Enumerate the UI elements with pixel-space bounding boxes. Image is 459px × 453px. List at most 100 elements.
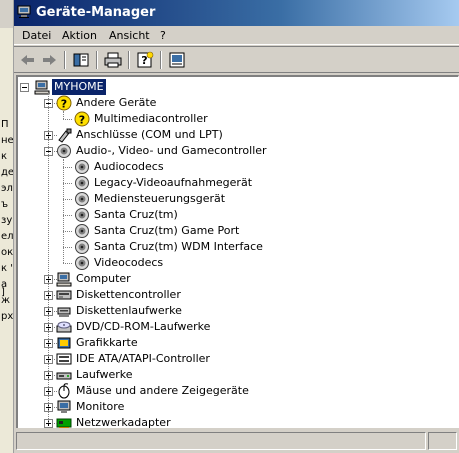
svg-text:?: ? — [61, 98, 67, 111]
toolbar: ? — [14, 46, 459, 73]
computer-icon — [56, 272, 72, 287]
background-window-toolbar — [0, 0, 13, 28]
tree-device[interactable]: Mediensteuerungsgerät — [18, 191, 458, 207]
tree-category-label[interactable]: Grafikkarte — [74, 335, 140, 351]
tree-category-label[interactable]: IDE ATA/ATAPI-Controller — [74, 351, 212, 367]
tree-category-label[interactable]: Monitore — [74, 399, 126, 415]
tree-device[interactable]: Legacy-Videoaufnahmegerät — [18, 175, 458, 191]
unknown-device-icon: ? — [74, 111, 90, 127]
forward-icon[interactable] — [38, 50, 60, 70]
tree-category-label[interactable]: Laufwerke — [74, 367, 135, 383]
tree-category[interactable]: Anschlüsse (COM und LPT) — [18, 127, 458, 143]
monitor-icon — [57, 400, 71, 413]
tree-connector — [54, 135, 57, 136]
tree-category-label[interactable]: Anschlüsse (COM und LPT) — [74, 127, 225, 143]
tree-device-label[interactable]: Legacy-Videoaufnahmegerät — [92, 175, 254, 191]
tree-category-label[interactable]: Diskettencontroller — [74, 287, 183, 303]
background-text: П — [1, 119, 9, 130]
menu-datei[interactable]: Datei — [16, 26, 57, 45]
tree-category[interactable]: Mäuse und andere Zeigegeräte — [18, 383, 458, 399]
tree-device-label[interactable]: Videocodecs — [92, 255, 165, 271]
tree-connector — [63, 111, 64, 119]
device-manager-window: Geräte-Manager Datei Aktion Ansicht ? ? … — [14, 0, 459, 453]
help-icon[interactable]: ? — [134, 50, 156, 70]
background-text: зу — [1, 215, 13, 226]
menu-help[interactable]: ? — [154, 26, 172, 45]
tree-category[interactable]: Grafikkarte — [18, 335, 458, 351]
cdrom-icon — [56, 321, 72, 333]
background-text: ел — [1, 231, 14, 242]
tree-device[interactable]: Audiocodecs — [18, 159, 458, 175]
speaker-icon — [75, 240, 89, 254]
tree-device[interactable]: Santa Cruz(tm) WDM Interface — [18, 239, 458, 255]
controller-icon — [56, 290, 72, 300]
tree-root-label[interactable]: MYHOME — [52, 79, 106, 95]
collapse-toggle[interactable] — [20, 83, 29, 92]
menu-ansicht[interactable]: Ansicht — [103, 26, 156, 45]
print-icon[interactable] — [102, 50, 124, 70]
tree-connector — [54, 151, 57, 152]
background-text: ] — [1, 287, 5, 298]
tree-connector — [63, 215, 72, 216]
port-icon — [58, 128, 72, 143]
display-adapter-icon — [57, 337, 71, 349]
mouse-icon — [58, 383, 70, 399]
tree-device-label[interactable]: Mediensteuerungsgerät — [92, 191, 227, 207]
tree-connector — [63, 119, 72, 120]
tree-category[interactable]: DVD/CD-ROM-Laufwerke — [18, 319, 458, 335]
tree-device-label[interactable]: Santa Cruz(tm) WDM Interface — [92, 239, 265, 255]
tree-category[interactable]: Laufwerke — [18, 367, 458, 383]
speaker-icon — [75, 208, 89, 222]
tree-category-label[interactable]: DVD/CD-ROM-Laufwerke — [74, 319, 212, 335]
speaker-icon — [75, 192, 89, 206]
tree-device-label[interactable]: Audiocodecs — [92, 159, 166, 175]
tree-connector — [54, 359, 57, 360]
back-icon[interactable] — [17, 50, 39, 70]
tree-connector — [63, 263, 72, 264]
status-pane-main — [16, 432, 426, 450]
tree-category[interactable]: Audio-, Video- und Gamecontroller — [18, 143, 458, 159]
tree-category-label[interactable]: Computer — [74, 271, 133, 287]
speaker-icon — [75, 224, 89, 238]
tree-device[interactable]: Santa Cruz(tm) Game Port — [18, 223, 458, 239]
tree-category[interactable]: Netzwerkadapter — [18, 415, 458, 428]
tree-device-label[interactable]: Santa Cruz(tm) — [92, 207, 180, 223]
tree-connector — [54, 375, 57, 376]
tree-category[interactable]: IDE ATA/ATAPI-Controller — [18, 351, 458, 367]
tree-connector — [54, 103, 57, 104]
tree-category-label[interactable]: Andere Geräte — [74, 95, 158, 111]
tree-device[interactable]: Videocodecs — [18, 255, 458, 271]
tree-category-label[interactable]: Diskettenlaufwerke — [74, 303, 184, 319]
toolbar-separator — [64, 51, 66, 69]
tree-category[interactable]: ? Andere Geräte — [18, 95, 458, 111]
toolbar-separator — [128, 51, 130, 69]
title-bar[interactable]: Geräte-Manager — [14, 0, 459, 26]
tree-device-label[interactable]: Santa Cruz(tm) Game Port — [92, 223, 241, 239]
properties-icon[interactable] — [166, 50, 188, 70]
harddisk-icon — [56, 372, 72, 380]
tree-category-label[interactable]: Mäuse und andere Zeigegeräte — [74, 383, 251, 399]
background-text: ъ — [1, 199, 9, 210]
menu-aktion[interactable]: Aktion — [56, 26, 103, 45]
tree-category[interactable]: Monitore — [18, 399, 458, 415]
tree-category[interactable]: Diskettencontroller — [18, 287, 458, 303]
tree-connector — [54, 279, 57, 280]
svg-text:?: ? — [79, 114, 85, 127]
tree-category[interactable]: Computer — [18, 271, 458, 287]
tree-connector — [54, 391, 57, 392]
background-text: де — [1, 167, 14, 178]
console-tree-icon[interactable] — [70, 50, 92, 70]
tree-category-label[interactable]: Audio-, Video- und Gamecontroller — [74, 143, 269, 159]
background-text: рх — [1, 311, 14, 322]
tree-root[interactable]: MYHOME — [18, 79, 458, 95]
background-text: эль — [1, 183, 13, 194]
tree-device[interactable]: Santa Cruz(tm) — [18, 207, 458, 223]
tree-category[interactable]: Diskettenlaufwerke — [18, 303, 458, 319]
tree-device-label[interactable]: Multimediacontroller — [92, 111, 210, 127]
device-manager-icon — [17, 5, 31, 18]
tree-device[interactable]: ? Multimediacontroller — [18, 111, 458, 127]
tree-category-label[interactable]: Netzwerkadapter — [74, 415, 173, 428]
device-tree[interactable]: MYHOME? Andere Geräte? Multimediacontrolle… — [16, 75, 459, 428]
tree-connector — [63, 167, 72, 168]
tree-connector — [63, 231, 72, 232]
